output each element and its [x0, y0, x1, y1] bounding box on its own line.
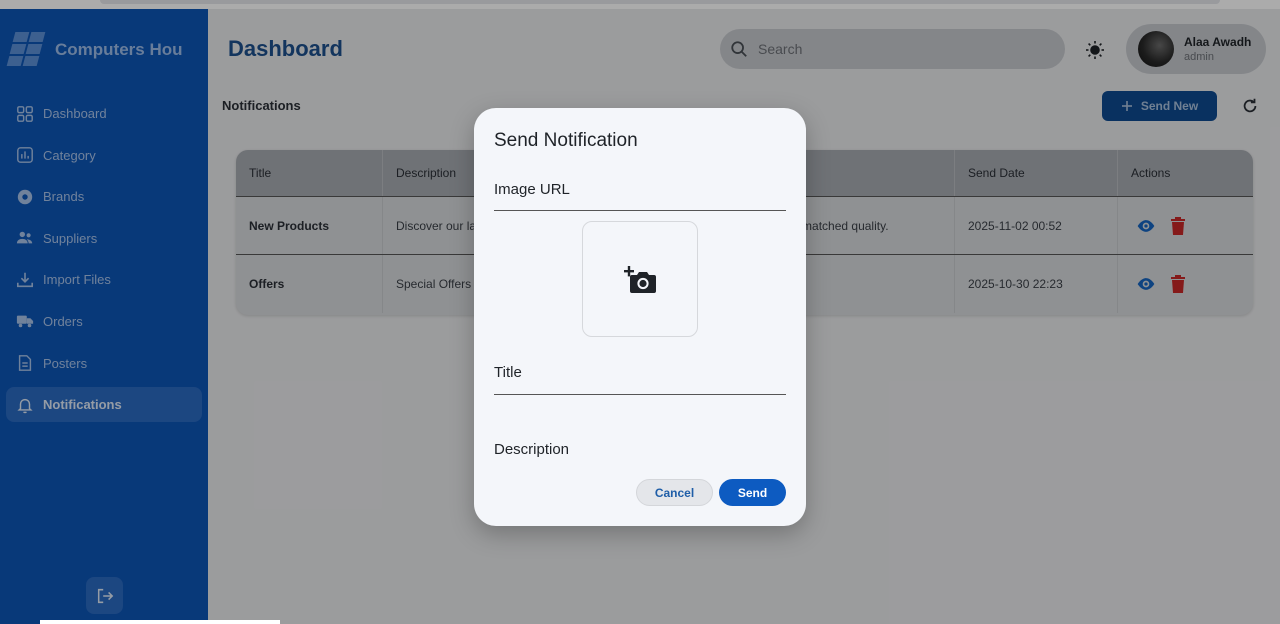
cancel-button[interactable]: Cancel [636, 479, 713, 506]
add-photo-icon [624, 266, 656, 293]
image-picker-button[interactable] [582, 221, 698, 337]
description-label: Description [494, 441, 570, 458]
bottom-strip [40, 620, 280, 624]
send-button[interactable]: Send [719, 479, 786, 506]
send-notification-dialog: Send Notification Image URL Title Descri… [474, 108, 806, 526]
title-field[interactable] [494, 394, 786, 395]
image-url-label: Image URL [494, 181, 570, 198]
title-label: Title [494, 364, 522, 381]
image-url-field[interactable] [494, 210, 786, 211]
dialog-title: Send Notification [494, 130, 638, 151]
